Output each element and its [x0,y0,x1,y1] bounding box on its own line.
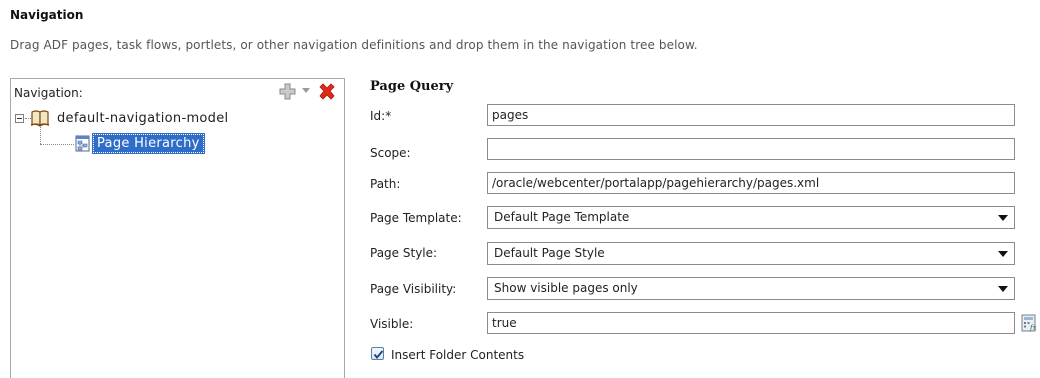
page-hierarchy-icon [75,135,90,152]
path-label: Path: [370,177,401,191]
chevron-down-icon[interactable] [998,251,1008,257]
page-visibility-label: Page Visibility: [370,282,457,296]
collapse-toggle-icon[interactable] [15,114,24,123]
id-field[interactable]: pages [487,104,1015,126]
navigation-panel-header: Navigation: [11,79,344,105]
delete-x-icon[interactable] [317,82,337,102]
checkmark-icon [373,350,384,359]
section-title: Navigation [10,8,84,22]
navigation-label: Navigation: [14,86,83,100]
path-field[interactable]: /oracle/webcenter/portalapp/pagehierarch… [487,172,1015,194]
form-title: Page Query [370,79,454,94]
page-style-label: Page Style: [370,246,438,260]
id-label: Id:* [370,109,392,123]
scope-label: Scope: [370,146,411,160]
expression-builder-icon[interactable]: fx [1021,313,1038,333]
page-style-select[interactable]: Default Page Style [487,242,1015,265]
tree-node-page-hierarchy[interactable]: Page Hierarchy [15,133,235,154]
page-template-label: Page Template: [370,211,462,225]
svg-text:fx: fx [1029,324,1037,332]
page-visibility-value: Show visible pages only [494,281,638,295]
visible-label: Visible: [370,317,414,331]
book-icon [30,110,50,127]
page-template-select[interactable]: Default Page Template [487,206,1015,229]
chevron-down-icon[interactable] [998,215,1008,221]
insert-folder-contents-checkbox[interactable] [371,347,384,360]
add-dropdown-arrow-icon[interactable] [302,88,310,94]
navigation-panel: Navigation: default-navigation-model Pag… [10,78,345,378]
chevron-down-icon[interactable] [998,286,1008,292]
tree-node-label-selected[interactable]: Page Hierarchy [92,133,205,154]
page-style-value: Default Page Style [494,246,605,260]
page-template-value: Default Page Template [494,210,630,224]
scope-field[interactable] [487,138,1015,160]
page-visibility-select[interactable]: Show visible pages only [487,277,1015,300]
insert-folder-contents-label: Insert Folder Contents [391,348,525,362]
instructions-text: Drag ADF pages, task flows, portlets, or… [10,38,698,52]
tree-node-label: default-navigation-model [57,111,229,126]
visible-field[interactable]: true [487,312,1015,334]
tree-node-root[interactable]: default-navigation-model [15,109,335,127]
add-plus-icon[interactable] [277,82,299,102]
